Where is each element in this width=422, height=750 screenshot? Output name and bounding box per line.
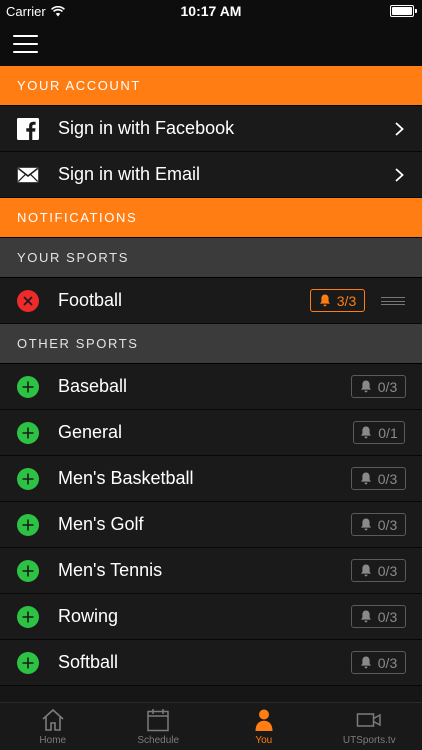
sport-label: Football [58,290,123,310]
email-icon [17,164,39,186]
add-icon [17,559,39,582]
bell-icon [319,294,330,307]
sport-row-football[interactable]: Football 3/3 [0,278,422,324]
notification-count-badge[interactable]: 0/3 [351,513,406,536]
notification-count-badge[interactable]: 0/3 [351,375,406,398]
badge-count: 0/3 [377,562,398,579]
sport-row[interactable]: Rowing 0/3 [0,594,422,640]
add-sport-button[interactable] [17,559,39,582]
badge-count: 0/3 [377,608,398,625]
other-sports-list: Baseball 0/3 General 0/1 Men's Basketball 0/3… [0,364,422,686]
bell-icon [360,610,371,623]
tab-label: Home [39,735,67,746]
badge-count: 0/3 [377,516,398,533]
add-sport-button[interactable] [17,467,39,490]
notifications-header: NOTIFICATIONS [0,198,422,238]
sport-row[interactable]: Men's Basketball 0/3 [0,456,422,502]
tab-home[interactable]: Home [0,703,106,750]
tab-label: You [255,735,273,746]
add-icon [17,651,39,674]
notification-count-badge[interactable]: 0/3 [351,467,406,490]
bell-icon [360,564,371,577]
tab-utsports-tv[interactable]: UTSports.tv [317,703,422,750]
add-sport-button[interactable] [17,421,39,444]
sign-in-facebook-row[interactable]: Sign in with Facebook [0,106,422,152]
sport-label: Softball [58,652,119,672]
tab-schedule[interactable]: Schedule [106,703,212,750]
notification-count-badge[interactable]: 0/3 [351,559,406,582]
home-icon [42,708,64,731]
sport-row[interactable]: Men's Tennis 0/3 [0,548,422,594]
sport-label: Men's Tennis [58,560,163,580]
facebook-icon [17,117,39,140]
chevron-right-icon [395,122,404,136]
chevron-right-icon [395,168,404,182]
sport-row[interactable]: Softball 0/3 [0,640,422,686]
sport-row[interactable]: Baseball 0/3 [0,364,422,410]
notification-count-badge[interactable]: 0/1 [353,421,405,444]
add-icon [17,375,39,398]
navigation-bar [0,22,422,66]
bell-icon [360,472,371,485]
video-camera-icon [357,713,381,727]
sport-label: Men's Basketball [58,468,194,488]
add-icon [17,513,39,536]
sign-in-facebook-label: Sign in with Facebook [58,118,235,138]
badge-count: 0/3 [377,378,398,395]
badge-count: 3/3 [336,292,357,309]
bell-icon [360,380,371,393]
sign-in-email-label: Sign in with Email [58,164,201,184]
status-bar: Carrier 10:17 AM [0,0,422,22]
sport-row[interactable]: General 0/1 [0,410,422,456]
sport-label: Baseball [58,376,128,396]
person-icon [255,709,273,731]
badge-count: 0/3 [377,654,398,671]
battery-icon [390,5,417,17]
hamburger-menu-icon[interactable] [13,35,38,53]
sign-in-email-row[interactable]: Sign in with Email [0,152,422,198]
clock: 10:17 AM [180,3,242,19]
sport-row[interactable]: Men's Golf 0/3 [0,502,422,548]
add-icon [17,467,39,490]
remove-icon [17,289,39,312]
your-sports-header: YOUR SPORTS [0,238,422,278]
reorder-handle-icon[interactable] [381,297,405,305]
remove-sport-button[interactable] [17,289,39,312]
add-sport-button[interactable] [17,375,39,398]
bell-icon [360,518,371,531]
your-account-header: YOUR ACCOUNT [0,66,422,106]
sport-label: Rowing [58,606,119,626]
notification-count-badge[interactable]: 0/3 [351,651,406,674]
bell-icon [360,656,371,669]
tab-label: UTSports.tv [342,735,396,746]
settings-list[interactable]: YOUR ACCOUNT Sign in with Facebook Sign … [0,66,422,702]
add-sport-button[interactable] [17,513,39,536]
add-icon [17,421,39,444]
tab-you[interactable]: You [211,703,317,750]
calendar-icon [147,709,169,732]
badge-count: 0/3 [377,470,398,487]
sport-label: General [58,422,123,442]
add-sport-button[interactable] [17,651,39,674]
notification-count-badge[interactable]: 3/3 [310,289,365,312]
tab-label: Schedule [137,735,180,746]
other-sports-header: OTHER SPORTS [0,324,422,364]
add-icon [17,605,39,628]
bell-icon [361,426,372,439]
tab-bar: Home Schedule You UTSports.tv [0,702,422,750]
sport-label: Men's Golf [58,514,144,534]
notification-count-badge[interactable]: 0/3 [351,605,406,628]
add-sport-button[interactable] [17,605,39,628]
badge-count: 0/1 [378,424,398,441]
